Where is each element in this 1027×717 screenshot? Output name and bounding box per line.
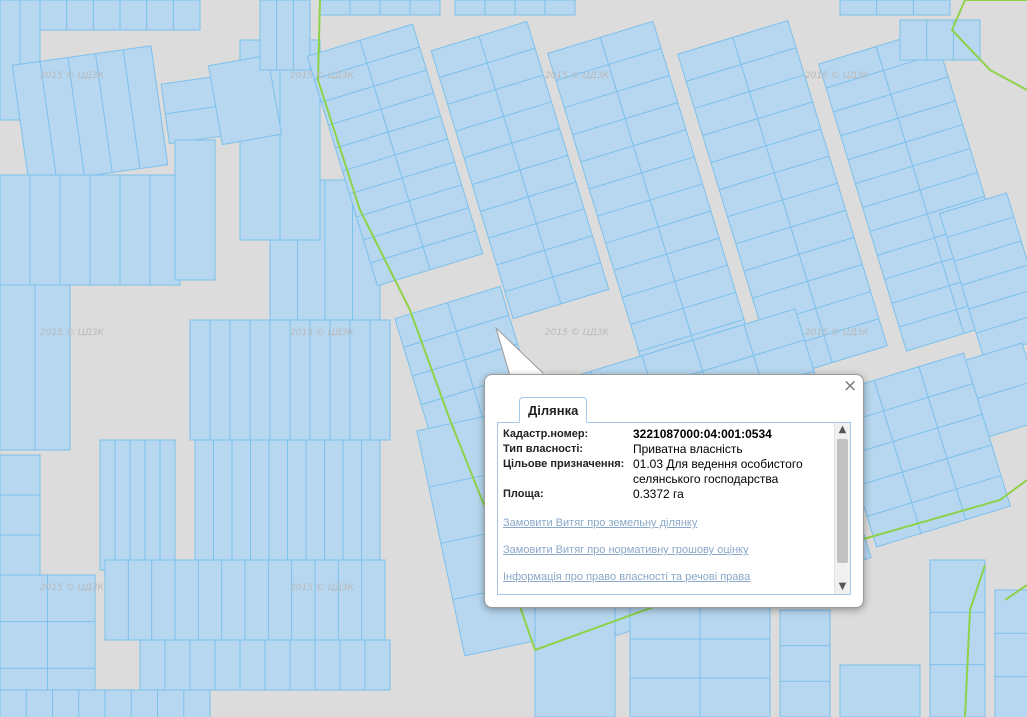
parcel-info-panel: Кадастр.номер: 3221087000:04:001:0534 Ти… xyxy=(497,422,851,595)
parcel-block[interactable] xyxy=(11,45,169,185)
parcel-block[interactable] xyxy=(139,639,391,691)
watermark-text: 2015 © ЦДЗК xyxy=(40,71,104,81)
purpose-value: 01.03 Для ведення особистого селянського… xyxy=(633,457,803,486)
close-icon[interactable]: × xyxy=(843,378,857,395)
parcel-block[interactable] xyxy=(899,19,981,61)
scroll-down-icon[interactable]: ▼ xyxy=(835,580,850,594)
field-label: Цільове призначення: xyxy=(503,458,625,470)
parcel-block[interactable] xyxy=(0,174,181,286)
scroll-up-icon[interactable]: ▲ xyxy=(835,423,850,437)
parcel-block[interactable] xyxy=(0,454,41,576)
order-valuation-extract-link[interactable]: Замовити Витяг про нормативну грошову оц… xyxy=(503,544,833,556)
cadastral-number-row: Кадастр.номер: 3221087000:04:001:0534 xyxy=(503,427,833,442)
watermark-text: 2015 © ЦДЗК xyxy=(40,583,104,593)
watermark-text: 2015 © ЦДЗК xyxy=(290,71,354,81)
order-parcel-extract-link[interactable]: Замовити Витяг про земельну ділянку xyxy=(503,517,833,529)
popup-pointer xyxy=(494,326,548,377)
watermark-text: 2015 © ЦДЗК xyxy=(290,328,354,338)
area-row: Площа: 0.3372 га xyxy=(503,487,833,502)
field-label: Площа: xyxy=(503,488,544,500)
parcel-info-popup: × Ділянка Кадастр.номер: 3221087000:04:0… xyxy=(484,374,864,608)
watermark-text: 2015 © ЦДЗК xyxy=(290,583,354,593)
parcel-block[interactable] xyxy=(0,689,211,717)
cadastral-number-value: 3221087000:04:001:0534 xyxy=(633,427,772,441)
parcel-block[interactable] xyxy=(0,284,71,451)
tab-parcel[interactable]: Ділянка xyxy=(519,397,588,423)
parcel-block[interactable] xyxy=(174,139,216,281)
panel-scrollbar[interactable]: ▲ ▼ xyxy=(834,423,850,594)
field-label: Кадастр.номер: xyxy=(503,428,589,440)
watermark-text: 2015 © ЦДЗК xyxy=(805,328,869,338)
parcel-block[interactable] xyxy=(839,664,921,717)
watermark-text: 2015 © ЦДЗК xyxy=(40,328,104,338)
ownership-rights-info-link[interactable]: Інформація про право власності та речові… xyxy=(503,571,833,583)
parcel-block[interactable] xyxy=(994,589,1027,717)
parcel-block[interactable] xyxy=(534,599,616,717)
parcel-block[interactable] xyxy=(99,439,176,571)
scroll-thumb[interactable] xyxy=(837,439,848,563)
parcel-block[interactable] xyxy=(189,319,391,441)
parcel-block[interactable] xyxy=(779,609,831,717)
parcel-block[interactable] xyxy=(104,559,386,641)
parcel-block[interactable] xyxy=(259,0,311,71)
parcel-block[interactable] xyxy=(194,439,381,561)
watermark-text: 2015 © ЦДЗК xyxy=(805,71,869,81)
field-label: Тип власності: xyxy=(503,443,584,455)
parcel-block[interactable] xyxy=(929,559,986,717)
parcel-block[interactable] xyxy=(839,0,951,16)
parcel-block[interactable] xyxy=(454,0,576,16)
purpose-row: Цільове призначення: 01.03 Для ведення о… xyxy=(503,457,833,487)
area-value: 0.3372 га xyxy=(633,487,684,501)
watermark-text: 2015 © ЦДЗК xyxy=(545,328,609,338)
ownership-type-row: Тип власності: Приватна власність xyxy=(503,442,833,457)
parcel-block[interactable] xyxy=(629,599,771,717)
parcel-block[interactable] xyxy=(39,0,201,31)
parcel-block[interactable] xyxy=(319,0,441,16)
ownership-type-value: Приватна власність xyxy=(633,442,743,456)
watermark-text: 2015 © ЦДЗК xyxy=(545,71,609,81)
